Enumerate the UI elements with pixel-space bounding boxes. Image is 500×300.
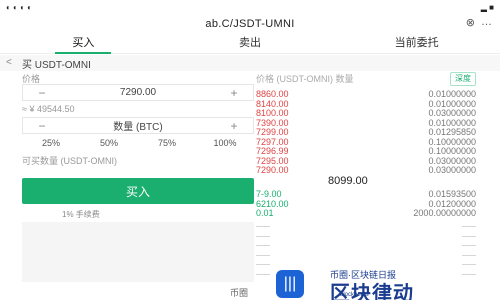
watermark-logo-icon: ||| — [276, 270, 304, 298]
plus-icon[interactable]: + — [225, 86, 243, 100]
last-price: 8099.00 — [328, 175, 368, 187]
buy-button[interactable]: 买入 — [22, 178, 254, 204]
status-icons-left: ◐ ◐ ◐ ◐ — [6, 2, 32, 12]
order-form: 价格 − 7290.00 + ≈ ¥ 49544.50 − 数量 (BTC) +… — [22, 72, 254, 297]
buy-qty: 2000.00000000 — [413, 208, 476, 218]
order-book: 价格 (USDT-OMNI) 数量 深度 8860.00 0.01000000 8… — [256, 72, 476, 297]
buy-orders: 7-9.00 0.01593500 6210.00 0.01200000 0.01 2… — [256, 189, 476, 219]
plus-icon[interactable]: + — [225, 119, 243, 133]
price-value[interactable]: 7290.00 — [120, 87, 156, 98]
status-icons-right: ▂ ■ — [480, 2, 494, 12]
market-icon[interactable]: ⊗ — [466, 16, 475, 29]
minus-icon[interactable]: − — [33, 86, 51, 100]
amount-note: 可买数量 (USDT-OMNI) — [22, 156, 117, 166]
app-title: ab.C/JSDT-UMNI — [205, 18, 295, 30]
pair-label: 买 USDT-OMNI — [22, 59, 91, 71]
bottom-bar: 币圈 — [0, 282, 500, 300]
pair-selector[interactable]: < 买 USDT-OMNI — [0, 55, 500, 71]
amount-placeholder[interactable]: 数量 (BTC) — [113, 118, 162, 133]
tab-buy[interactable]: 买入 — [0, 34, 167, 53]
orderbook-header-label: 价格 (USDT-OMNI) 数量 — [256, 74, 354, 84]
sell-orders: 8860.00 0.01000000 8140.00 0.01000000 8100… — [256, 89, 476, 176]
pct-25[interactable]: 25% — [22, 138, 80, 152]
empty-row — [256, 232, 476, 242]
empty-row — [256, 251, 476, 261]
pct-50[interactable]: 50% — [80, 138, 138, 152]
appbar-icons: ⊗ … — [466, 16, 492, 29]
equiv-value: ≈ ¥ 49544.50 — [22, 104, 75, 114]
sell-price: 7290.00 — [256, 165, 289, 175]
buy-row[interactable]: 0.01 2000.00000000 — [256, 208, 476, 219]
empty-row — [256, 222, 476, 232]
price-stepper[interactable]: − 7290.00 + — [22, 84, 254, 101]
watermark-bottom-text: blockbeats — [340, 292, 369, 298]
status-bar: ◐ ◐ ◐ ◐ ▂ ■ — [0, 0, 500, 14]
orderbook-header: 价格 (USDT-OMNI) 数量 深度 — [256, 72, 476, 86]
amount-stepper[interactable]: − 数量 (BTC) + — [22, 117, 254, 134]
sell-qty: 0.03000000 — [428, 165, 476, 175]
pct-75[interactable]: 75% — [138, 138, 196, 152]
empty-row — [256, 241, 476, 251]
trade-tabs: 买入 卖出 当前委托 — [0, 34, 500, 54]
app-bar: ab.C/JSDT-UMNI ⊗ … — [0, 14, 500, 34]
more-icon[interactable]: … — [481, 16, 492, 29]
tab-open-orders[interactable]: 当前委托 — [333, 34, 500, 53]
tab-sell[interactable]: 卖出 — [167, 34, 334, 53]
back-arrow-icon[interactable]: < — [6, 57, 12, 68]
buy-price: 0.01 — [256, 208, 274, 218]
buy-subtext: 1% 手续费 — [62, 209, 100, 219]
pct-100[interactable]: 100% — [196, 138, 254, 152]
percent-row: 25% 50% 75% 100% — [22, 138, 254, 152]
watermark-left-label: 币圈 — [230, 288, 249, 298]
minus-icon[interactable]: − — [33, 119, 51, 133]
form-footer — [22, 222, 254, 282]
depth-tag[interactable]: 深度 — [450, 72, 476, 86]
